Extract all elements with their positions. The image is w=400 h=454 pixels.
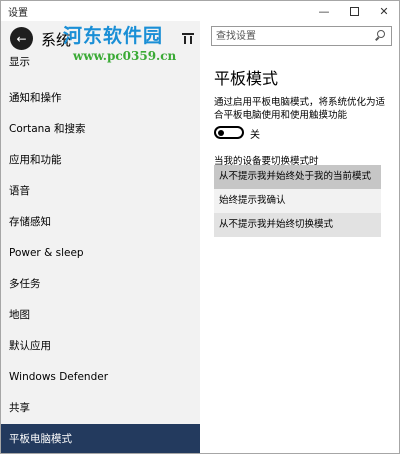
content-pane: 平板模式 通过启用平板电脑模式，将系统优化为适合平板电脑使用和使用触摸功能 关 … xyxy=(200,21,399,453)
option-never-prompt-stay[interactable]: 从不提示我并始终处于我的当前模式 xyxy=(214,165,381,189)
close-button[interactable]: ✕ xyxy=(369,1,399,21)
back-arrow-icon: ← xyxy=(16,31,27,46)
title-bar: 设置 — ✕ xyxy=(1,1,399,21)
tablet-mode-description: 通过启用平板电脑模式，将系统优化为适合平板电脑使用和使用触摸功能 xyxy=(214,97,386,121)
settings-window: 设置 — ✕ ← 系统 显示 通知和操作 Cortana 和搜索 应用和功能 语… xyxy=(0,0,400,454)
nav-header: ← 系统 xyxy=(1,21,200,55)
option-never-prompt-switch[interactable]: 从不提示我并始终切换模式 xyxy=(214,213,381,237)
minimize-button[interactable]: — xyxy=(309,1,339,21)
nav-item-notifications[interactable]: 通知和操作 xyxy=(1,83,200,114)
navigation-pane: ← 系统 显示 通知和操作 Cortana 和搜索 应用和功能 语音 存储感知 … xyxy=(1,21,200,453)
search-icon[interactable] xyxy=(374,30,386,42)
page-title: 平板模式 xyxy=(214,69,279,88)
nav-item-tablet-mode[interactable]: 平板电脑模式 xyxy=(1,424,200,453)
option-always-prompt[interactable]: 始终提示我确认 xyxy=(214,189,381,213)
home-icon[interactable] xyxy=(182,33,194,44)
search-box[interactable] xyxy=(211,26,392,46)
nav-item-power-sleep[interactable]: Power & sleep xyxy=(1,238,200,269)
window-title: 设置 xyxy=(8,8,28,19)
nav-item-speech[interactable]: 语音 xyxy=(1,176,200,207)
nav-list: 显示 通知和操作 Cortana 和搜索 应用和功能 语音 存储感知 Power… xyxy=(1,55,200,453)
nav-item-storage-sense[interactable]: 存储感知 xyxy=(1,207,200,238)
section-title: 系统 xyxy=(41,31,72,49)
back-button[interactable]: ← xyxy=(10,27,33,50)
toggle-knob xyxy=(218,129,224,136)
nav-item-default-apps[interactable]: 默认应用 xyxy=(1,331,200,362)
nav-item-display[interactable]: 显示 xyxy=(1,55,200,69)
nav-item-cortana-search[interactable]: Cortana 和搜索 xyxy=(1,114,200,145)
nav-item-multitasking[interactable]: 多任务 xyxy=(1,269,200,300)
nav-item-maps[interactable]: 地图 xyxy=(1,300,200,331)
search-input[interactable] xyxy=(216,29,371,43)
toggle-state-label: 关 xyxy=(250,130,260,141)
maximize-icon xyxy=(349,6,359,16)
nav-item-apps-features[interactable]: 应用和功能 xyxy=(1,145,200,176)
switch-mode-dropdown-list: 从不提示我并始终处于我的当前模式 始终提示我确认 从不提示我并始终切换模式 xyxy=(214,165,381,237)
minimize-icon: — xyxy=(318,4,330,18)
nav-item-windows-defender[interactable]: Windows Defender xyxy=(1,362,200,393)
nav-item-sharing[interactable]: 共享 xyxy=(1,393,200,424)
close-icon: ✕ xyxy=(379,4,389,18)
tablet-mode-toggle[interactable] xyxy=(214,126,244,139)
maximize-button[interactable] xyxy=(339,1,369,21)
